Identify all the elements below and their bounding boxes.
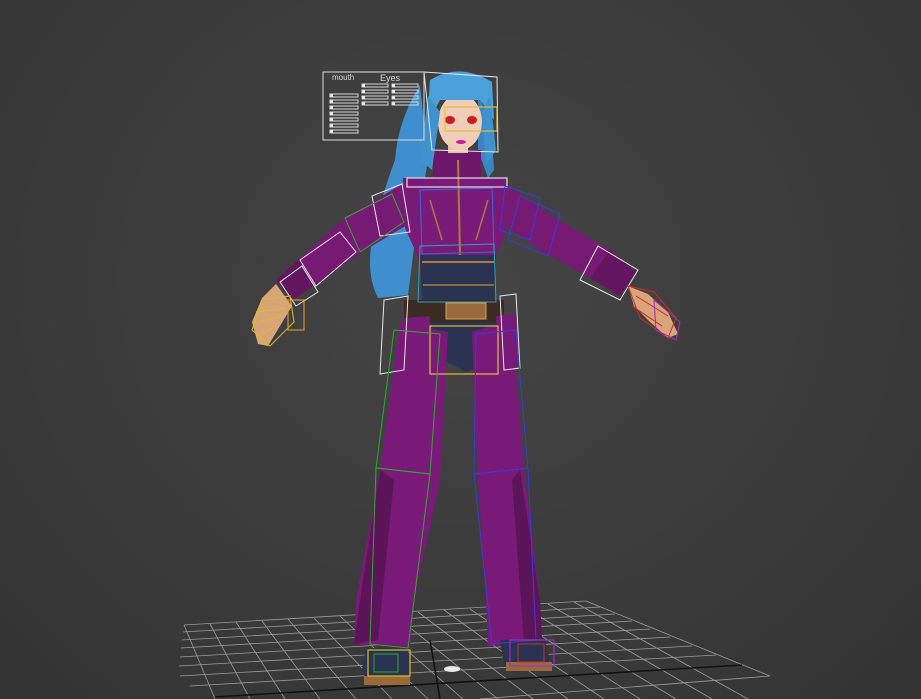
mouth-slider[interactable]	[329, 105, 359, 110]
3d-viewport[interactable]: mouth Eyes	[0, 0, 921, 699]
mouth	[456, 140, 466, 144]
left-eye	[445, 116, 455, 124]
mouth-slider[interactable]	[329, 99, 359, 104]
eyes-label: Eyes	[380, 73, 401, 83]
mouth-slider[interactable]	[329, 123, 359, 128]
world-origin-marker	[444, 666, 460, 672]
jacket-torso	[403, 178, 506, 262]
right-eye	[467, 116, 477, 124]
eyes-slider[interactable]	[361, 83, 389, 88]
eyes-slider[interactable]	[361, 89, 389, 94]
mouth-label: mouth	[332, 73, 354, 82]
eyes-slider[interactable]	[391, 89, 419, 94]
right-arm	[500, 184, 636, 296]
left-hand	[252, 284, 292, 346]
mouth-sliders[interactable]	[329, 93, 359, 134]
ground-grid	[178, 600, 771, 699]
jacket-collar	[433, 150, 481, 178]
mouth-slider[interactable]	[329, 129, 359, 134]
eyes-slider[interactable]	[361, 101, 389, 106]
eyes-slider[interactable]	[361, 95, 389, 100]
mouth-slider[interactable]	[329, 111, 359, 116]
eyes-sliders[interactable]	[361, 83, 419, 106]
viewport-canvas[interactable]: mouth Eyes	[0, 0, 921, 699]
belt-buckle	[445, 302, 487, 320]
character-model[interactable]	[252, 71, 678, 685]
mouth-slider[interactable]	[329, 93, 359, 98]
eyes-slider[interactable]	[391, 83, 419, 88]
mouth-slider[interactable]	[329, 117, 359, 122]
